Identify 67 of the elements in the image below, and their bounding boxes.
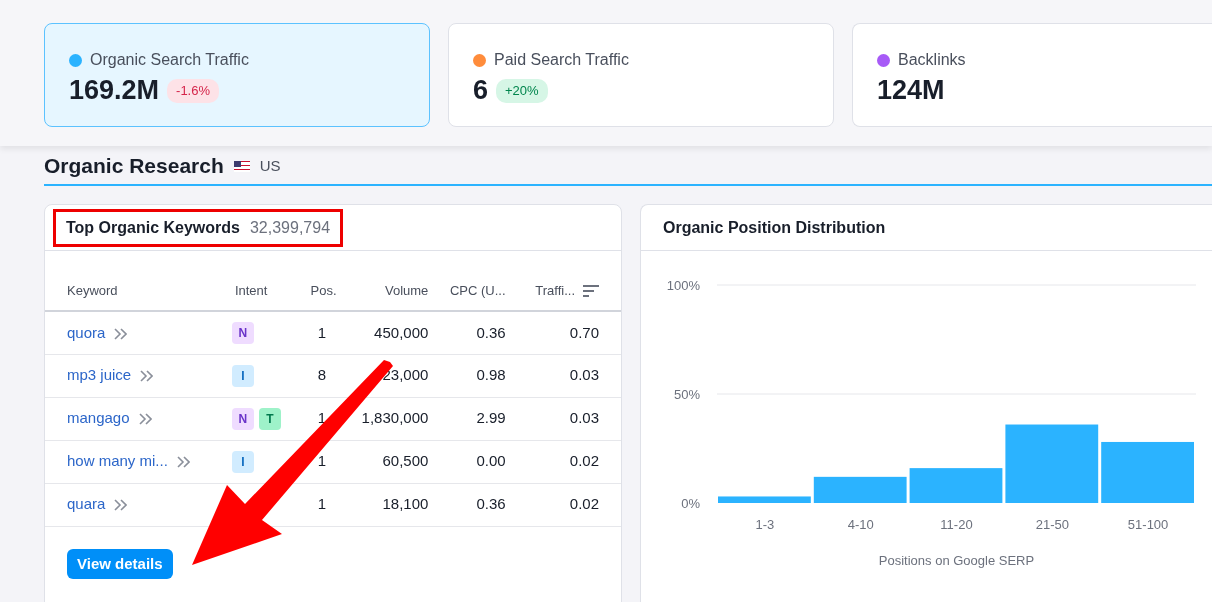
intent-badge: T: [258, 408, 281, 430]
chevrons-icon[interactable]: [113, 327, 128, 340]
section-title: Organic Research: [44, 153, 224, 180]
table-cell: 8: [317, 366, 327, 384]
table-cell: 1: [317, 452, 327, 470]
axis-tick-label: 100%: [666, 278, 700, 293]
table-cell: 0.02: [569, 495, 599, 513]
table-cell: 0.03: [569, 409, 599, 427]
metric-value: 124M: [877, 76, 945, 106]
intent-badge: I: [231, 451, 254, 473]
table-cell: 2.99: [476, 409, 506, 427]
axis-tick-label: 1-3: [755, 517, 775, 532]
table-cell: 18,100: [382, 495, 429, 513]
country-label: US: [259, 155, 281, 176]
table-cell: 0.98: [476, 366, 506, 384]
intent-badge: I: [231, 365, 254, 387]
axis-tick-label: 21-50: [1035, 517, 1069, 532]
table-cell: 0.02: [569, 452, 599, 470]
chevrons-icon[interactable]: [139, 370, 154, 383]
chevrons-icon[interactable]: [137, 413, 152, 426]
axis-tick-label: 0%: [681, 496, 700, 511]
table-cell: 0.36: [476, 495, 506, 513]
metric-label: Paid Search Traffic: [494, 50, 629, 70]
keyword-link[interactable]: quora: [67, 323, 106, 341]
keyword-link[interactable]: mangago: [67, 409, 130, 427]
table-cell: 0.00: [476, 452, 506, 470]
change-badge: -1.6%: [167, 79, 220, 103]
table-cell: 60,500: [382, 452, 429, 470]
column-header[interactable]: Pos.: [310, 282, 337, 298]
axis-tick-label: 11-20: [940, 517, 973, 532]
column-header[interactable]: CPC (U...: [449, 282, 506, 298]
axis-tick-label: 4-10: [847, 517, 874, 532]
flag-icon: [233, 160, 250, 172]
metric-card[interactable]: Organic Search Traffic 169.2M -1.6%: [44, 23, 430, 127]
metric-value: 169.2M: [69, 76, 160, 106]
metric-card[interactable]: Paid Search Traffic 6 +20%: [448, 23, 834, 127]
metric-value: 6: [473, 76, 489, 106]
axis-tick-label: 51-100: [1127, 517, 1169, 532]
column-header[interactable]: Keyword: [67, 282, 118, 298]
column-header[interactable]: Volume: [384, 282, 429, 298]
table-cell: 1: [317, 323, 327, 341]
change-badge: +20%: [496, 79, 548, 103]
table-cell: 0.03: [569, 366, 599, 384]
intent-badge: N: [231, 408, 254, 430]
table-cell: 0.36: [476, 323, 506, 341]
axis-tick-label: 50%: [673, 387, 700, 402]
sort-icon[interactable]: [583, 284, 599, 299]
column-header[interactable]: Intent: [234, 282, 268, 298]
column-header[interactable]: Traffi...: [535, 282, 575, 298]
intent-badge: N: [231, 322, 254, 345]
metric-card[interactable]: Backlinks 124M: [852, 23, 1212, 127]
table-cell: 0.70: [569, 323, 599, 341]
table-cell: 23,000: [382, 366, 429, 384]
keyword-link[interactable]: how many mi...: [67, 452, 168, 470]
card-title: Organic Position Distribution: [663, 217, 886, 238]
table-cell: 1,830,000: [361, 409, 429, 427]
axis-title: Positions on Google SERP: [878, 553, 1035, 568]
keyword-link[interactable]: mp3 juice: [67, 366, 132, 384]
chevrons-icon[interactable]: [175, 456, 190, 469]
keyword-link[interactable]: quara: [67, 495, 106, 513]
metric-label: Backlinks: [898, 50, 966, 70]
card-title: Top Organic Keywords: [66, 217, 240, 238]
keyword-count: 32,399,794: [249, 217, 331, 238]
table-cell: 450,000: [374, 323, 429, 341]
metric-label: Organic Search Traffic: [90, 50, 249, 70]
table-cell: 1: [317, 495, 327, 513]
chevrons-icon[interactable]: [113, 499, 128, 512]
